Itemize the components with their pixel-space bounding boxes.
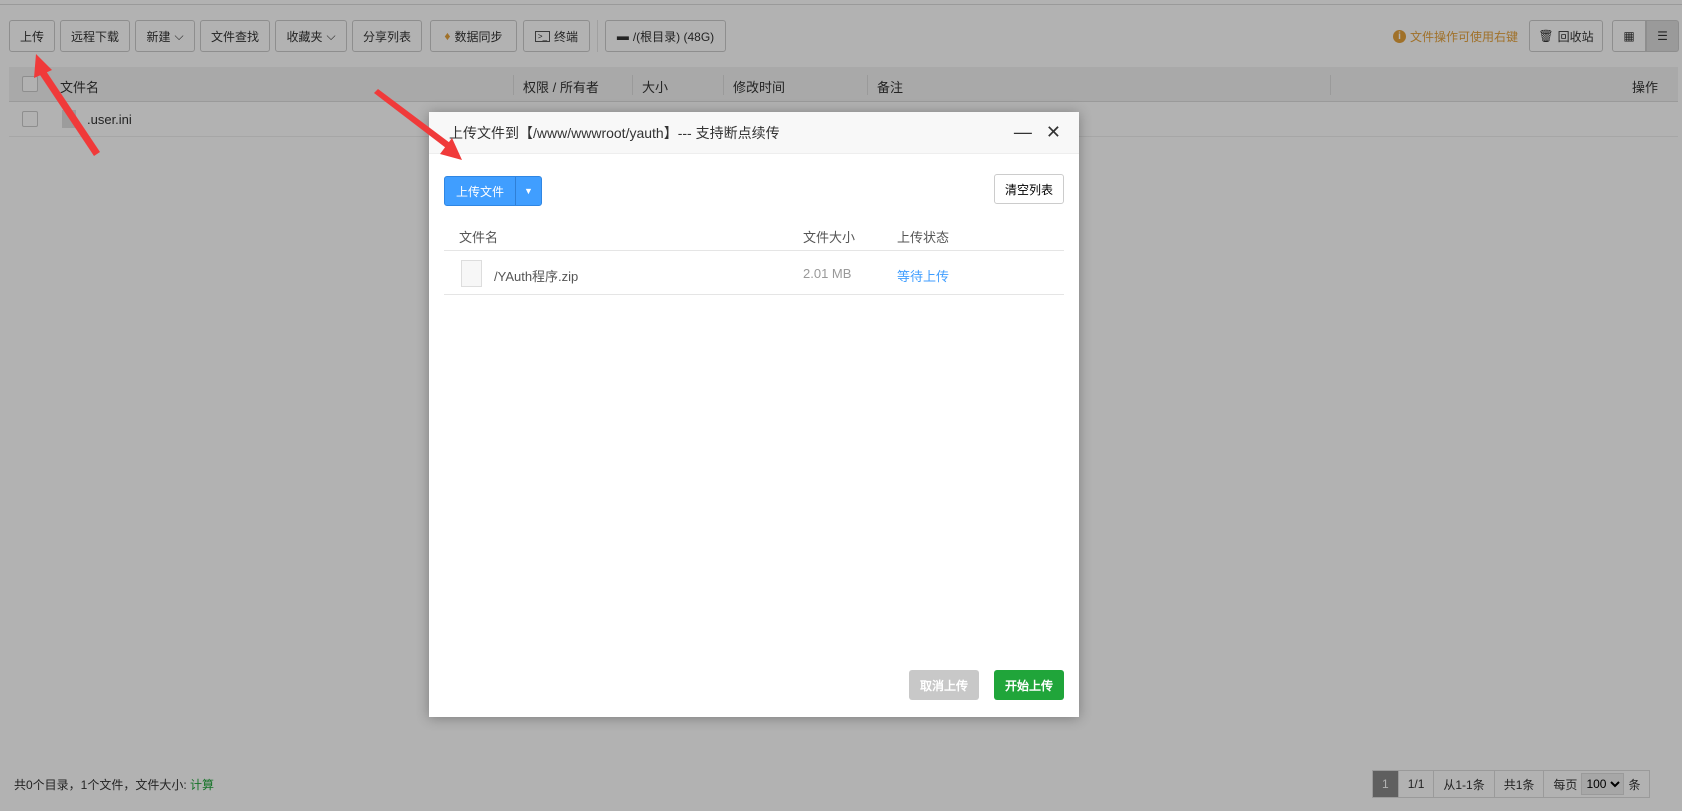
arrow-to-upload-files — [374, 89, 462, 160]
arrow-to-upload — [34, 54, 100, 156]
annotation-arrows — [34, 54, 462, 160]
